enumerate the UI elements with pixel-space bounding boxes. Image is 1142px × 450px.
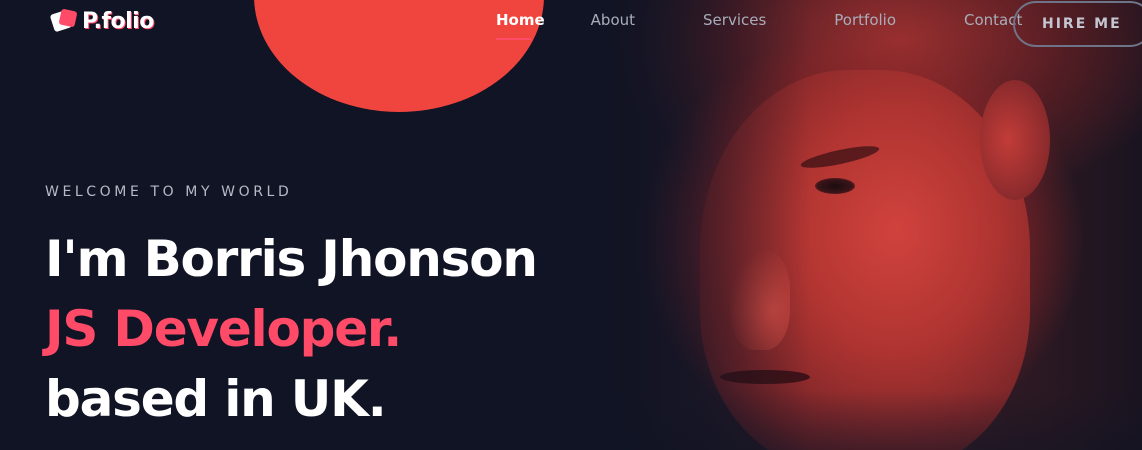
cube-logo-icon <box>49 8 78 34</box>
hero-portrait-image <box>480 0 1142 450</box>
page: P.folio Home About Services Portfolio Co… <box>0 0 1142 450</box>
main-nav: Home About Services Portfolio Contact <box>474 0 1090 40</box>
nav-item-services[interactable]: Services <box>703 11 788 29</box>
hire-me-button[interactable]: HIRE ME <box>1013 1 1142 47</box>
site-logo[interactable]: P.folio <box>49 8 154 34</box>
hero-location-heading: based in UK. <box>45 370 387 428</box>
nav-item-portfolio[interactable]: Portfolio <box>834 11 918 29</box>
hero-section: WELCOME TO MY WORLD I'm Borris Jhonson J… <box>45 184 538 434</box>
nav-item-home[interactable]: Home <box>496 11 545 29</box>
nav-item-about[interactable]: About <box>591 11 657 29</box>
site-header: P.folio Home About Services Portfolio Co… <box>0 0 1142 47</box>
hero-name-heading: I'm Borris Jhonson <box>45 230 538 288</box>
hero-eyebrow: WELCOME TO MY WORLD <box>45 184 293 200</box>
logo-text: P.folio <box>82 8 154 34</box>
hero-role-heading: JS Developer. <box>45 300 402 358</box>
